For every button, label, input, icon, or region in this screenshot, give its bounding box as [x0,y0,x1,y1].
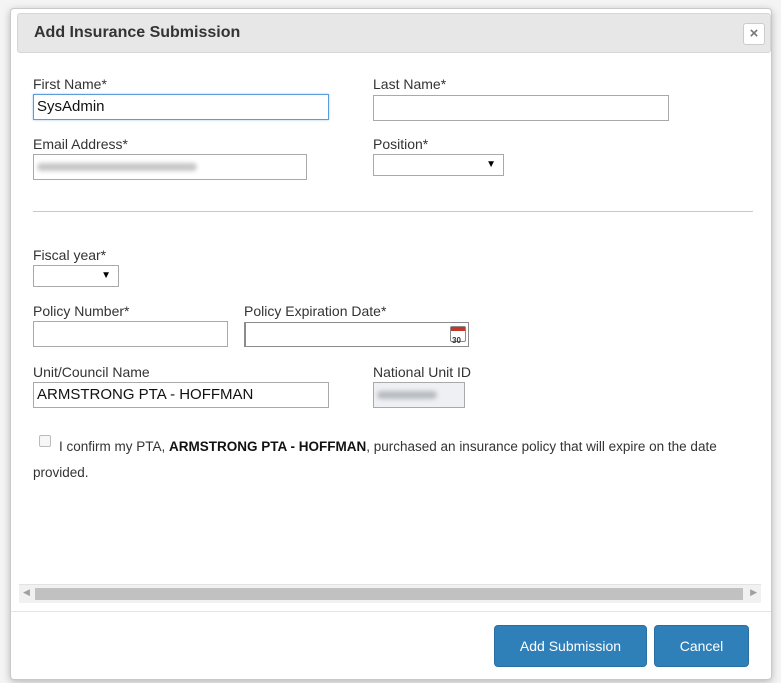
footer-divider [11,611,771,612]
add-submission-button[interactable]: Add Submission [494,625,647,667]
national-unit-id-input [373,382,465,408]
policy-expiration-label: Policy Expiration Date* [244,303,387,319]
modal-header: Add Insurance Submission × [17,13,771,53]
last-name-label: Last Name* [373,76,447,92]
confirm-statement: I confirm my PTA, ARMSTRONG PTA - HOFFMA… [33,434,753,486]
insurance-submission-modal: Add Insurance Submission × First Name* S… [10,8,772,680]
confirm-prefix: I confirm my PTA, [59,439,170,454]
scrollbar-thumb[interactable] [35,588,743,600]
horizontal-scrollbar[interactable]: ◀ ▶ [19,584,761,603]
calendar-day: 30 [452,336,461,345]
national-unit-id-redacted-value [377,391,437,399]
position-label: Position* [373,136,429,152]
policy-expiration-input[interactable]: 30 [244,322,469,347]
national-unit-id-label: National Unit ID [373,364,472,380]
chevron-down-icon: ▼ [486,159,496,170]
unit-name-input[interactable]: ARMSTRONG PTA - HOFFMAN [33,382,329,408]
last-name-input[interactable] [373,95,669,121]
email-label: Email Address* [33,136,128,152]
confirm-unit-name: ARMSTRONG PTA - HOFFMAN [169,439,367,454]
first-name-input[interactable]: SysAdmin [33,94,329,120]
first-name-label: First Name* [33,76,107,92]
position-select[interactable]: ▼ [373,154,504,176]
fiscal-year-label: Fiscal year* [33,247,107,263]
unit-name-label: Unit/Council Name [33,364,150,380]
modal-title: Add Insurance Submission [34,24,241,41]
close-button[interactable]: × [743,23,765,45]
arrow-right-icon[interactable]: ▶ [750,587,757,598]
chevron-down-icon: ▼ [101,270,111,281]
policy-number-input[interactable] [33,321,228,347]
close-icon: × [749,25,759,42]
arrow-left-icon[interactable]: ◀ [23,587,30,598]
email-input[interactable] [33,154,307,180]
section-divider [33,211,753,212]
fiscal-year-select[interactable]: ▼ [33,265,119,287]
email-redacted-value [37,163,197,171]
cancel-button[interactable]: Cancel [654,625,749,667]
calendar-icon[interactable]: 30 [450,326,466,345]
policy-number-label: Policy Number* [33,303,130,319]
